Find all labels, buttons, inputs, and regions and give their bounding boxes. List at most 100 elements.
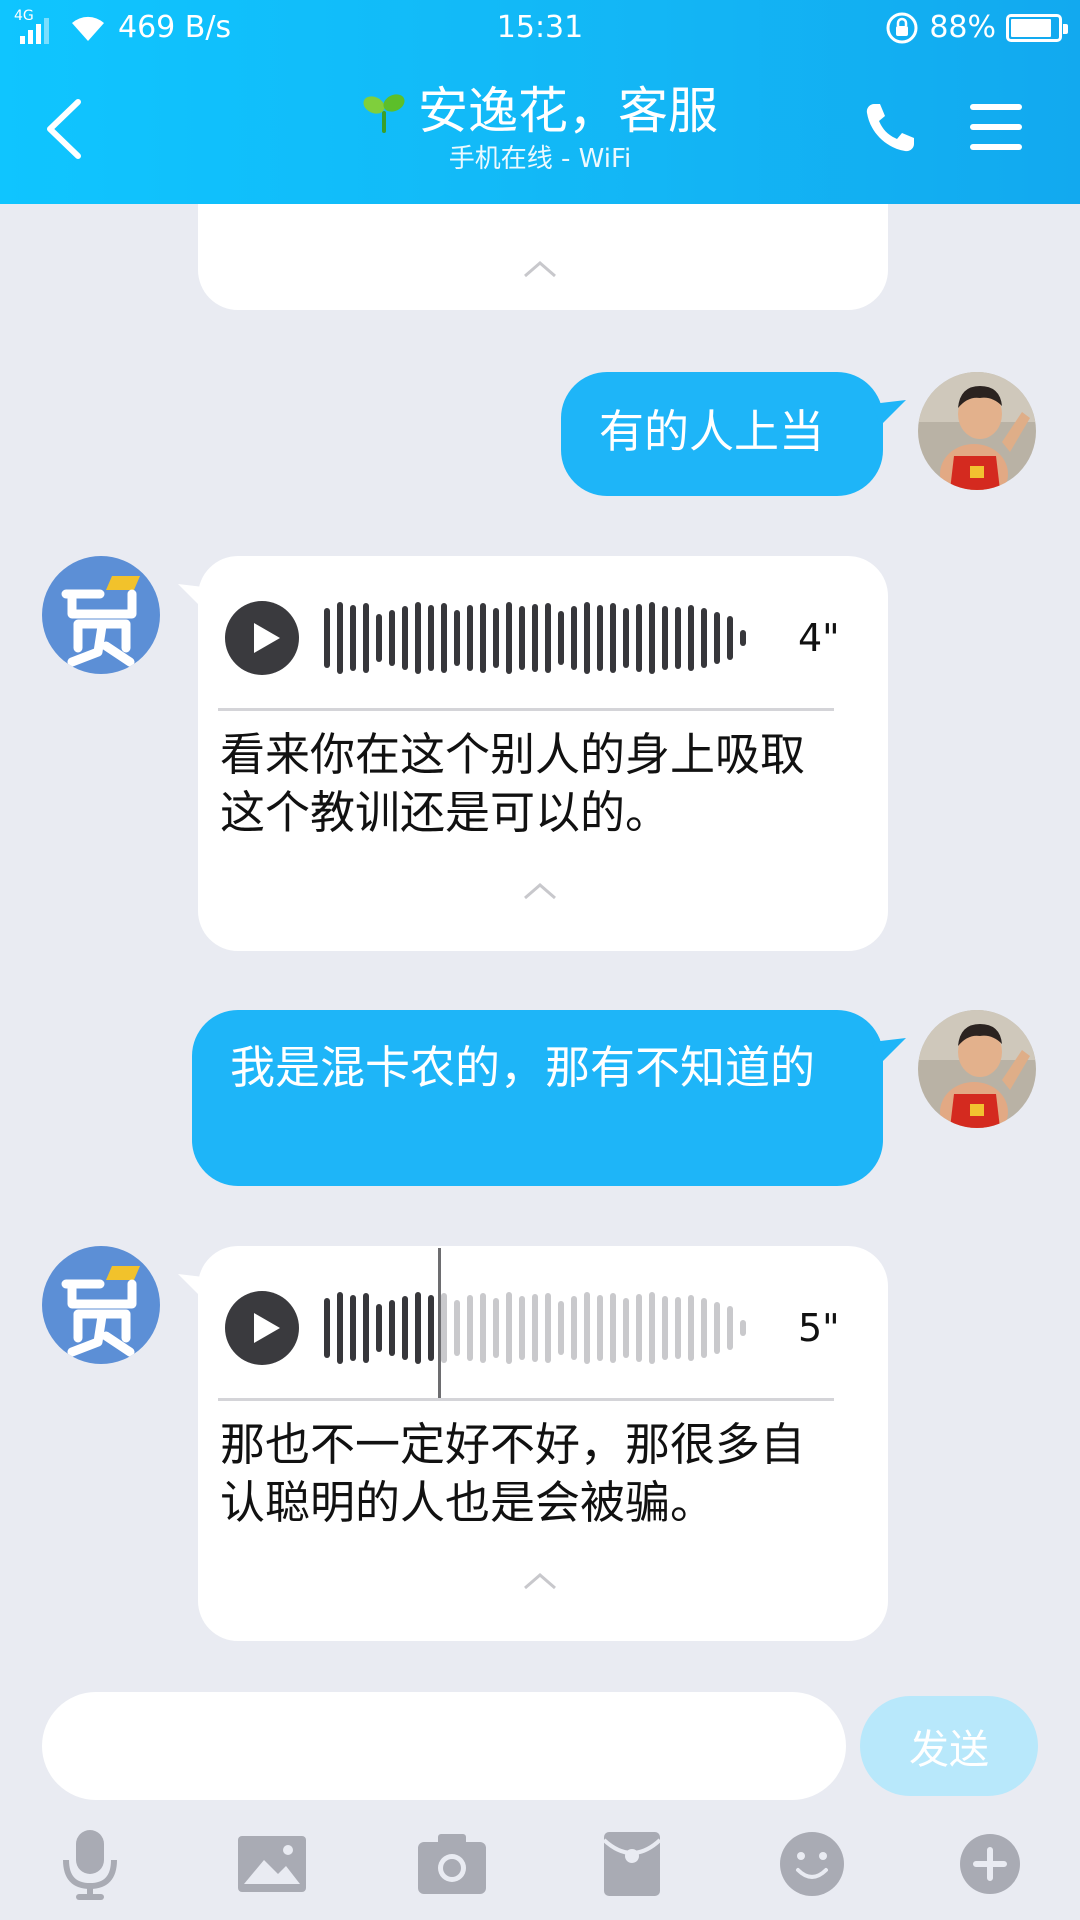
waveform-bar bbox=[623, 1298, 629, 1358]
waveform-bar bbox=[597, 1295, 603, 1361]
waveform-bar bbox=[532, 604, 538, 672]
waveform-bar bbox=[402, 1296, 408, 1360]
bubble-tail bbox=[872, 400, 906, 426]
waveform-bar bbox=[350, 605, 356, 671]
waveform-bar bbox=[688, 1295, 694, 1361]
waveform-bar bbox=[493, 1298, 499, 1358]
play-voice-button[interactable] bbox=[225, 1291, 299, 1365]
red-packet-icon[interactable] bbox=[594, 1826, 670, 1902]
send-button[interactable]: 发送 bbox=[860, 1696, 1038, 1796]
waveform-bar bbox=[701, 608, 707, 668]
chevron-up-icon[interactable] bbox=[522, 1572, 558, 1590]
menu-icon[interactable] bbox=[970, 104, 1022, 150]
emoji-icon[interactable] bbox=[774, 1826, 850, 1902]
rotation-lock-icon bbox=[886, 12, 918, 43]
waveform-bar bbox=[389, 1300, 395, 1356]
waveform-bar bbox=[454, 610, 460, 666]
waveform-bar bbox=[545, 1293, 551, 1363]
waveform-bar bbox=[493, 608, 499, 668]
camera-icon[interactable] bbox=[414, 1826, 490, 1902]
user-avatar[interactable] bbox=[918, 372, 1036, 490]
waveform-bar bbox=[376, 1304, 382, 1352]
waveform-bar bbox=[363, 1293, 369, 1363]
waveform-bar bbox=[649, 1292, 655, 1364]
status-bar: 4G 469 B/s 15:31 88% bbox=[0, 0, 1080, 56]
waveform-bar bbox=[454, 1300, 460, 1356]
waveform-bar bbox=[337, 602, 343, 674]
battery-level bbox=[1011, 18, 1052, 37]
voice-duration: 4" bbox=[798, 616, 840, 660]
chat-title-text: 安逸花，客服 bbox=[418, 82, 718, 140]
message-bubble-me[interactable]: 我是混卡农的，那有不知道的 bbox=[192, 1010, 883, 1186]
waveform-bar bbox=[415, 1292, 421, 1364]
waveform-bar bbox=[519, 1296, 525, 1360]
message-text: 有的人上当 bbox=[599, 405, 825, 458]
voice-transcript: 看来你在这个别人的身上吸取这个教训还是可以的。 bbox=[220, 728, 806, 839]
waveform-bar bbox=[441, 603, 447, 673]
message-list[interactable]: 是个这啊。 有的人上当 4" bbox=[0, 204, 1080, 1664]
voice-playhead[interactable] bbox=[438, 1248, 441, 1400]
waveform-bar bbox=[441, 1293, 447, 1363]
waveform-bar bbox=[506, 602, 512, 674]
waveform-bar bbox=[649, 602, 655, 674]
waveform-bar bbox=[714, 612, 720, 664]
chat-header: 4G 469 B/s 15:31 88% 安逸花，客服 手机在线 - WiFi bbox=[0, 0, 1080, 204]
voice-waveform[interactable] bbox=[324, 1288, 746, 1368]
play-voice-button[interactable] bbox=[225, 601, 299, 675]
waveform-bar bbox=[480, 603, 486, 673]
waveform-bar bbox=[714, 1302, 720, 1354]
message-bubble-bot[interactable]: 是个这啊。 bbox=[198, 204, 888, 310]
waveform-bar bbox=[467, 1295, 473, 1361]
waveform-bar bbox=[675, 607, 681, 669]
image-icon[interactable] bbox=[234, 1826, 310, 1902]
waveform-bar bbox=[558, 1301, 564, 1355]
waveform-bar bbox=[363, 603, 369, 673]
microphone-icon[interactable] bbox=[52, 1826, 128, 1902]
waveform-bar bbox=[532, 1294, 538, 1362]
battery-percent: 88% bbox=[929, 10, 996, 45]
waveform-bar bbox=[584, 1292, 590, 1364]
waveform-bar bbox=[636, 1294, 642, 1362]
waveform-bar bbox=[597, 605, 603, 671]
waveform-bar bbox=[558, 611, 564, 665]
voice-message-bubble[interactable]: 4" 看来你在这个别人的身上吸取这个教训还是可以的。 bbox=[198, 556, 888, 951]
voice-waveform[interactable] bbox=[324, 598, 746, 678]
waveform-bar bbox=[519, 606, 525, 670]
message-bubble-me[interactable]: 有的人上当 bbox=[561, 372, 883, 496]
waveform-bar bbox=[389, 610, 395, 666]
waveform-bar bbox=[662, 606, 668, 670]
voice-duration: 5" bbox=[798, 1306, 840, 1350]
waveform-bar bbox=[740, 1320, 746, 1336]
waveform-bar bbox=[376, 614, 382, 662]
waveform-bar bbox=[740, 630, 746, 646]
online-status: 手机在线 - WiFi bbox=[448, 144, 632, 174]
waveform-bar bbox=[350, 1295, 356, 1361]
divider bbox=[218, 1398, 834, 1401]
waveform-bar bbox=[402, 606, 408, 670]
waveform-bar bbox=[636, 604, 642, 672]
waveform-bar bbox=[623, 608, 629, 668]
plus-icon[interactable] bbox=[952, 1826, 1028, 1902]
waveform-bar bbox=[506, 1292, 512, 1364]
bot-avatar[interactable] bbox=[42, 556, 160, 674]
waveform-bar bbox=[467, 605, 473, 671]
chevron-up-icon[interactable] bbox=[522, 260, 558, 278]
waveform-bar bbox=[688, 605, 694, 671]
bubble-tail bbox=[872, 1038, 906, 1064]
waveform-bar bbox=[324, 1298, 330, 1358]
voice-message-bubble[interactable]: 5" 那也不一定好不好，那很多自认聪明的人也是会被骗。 bbox=[198, 1246, 888, 1641]
message-input[interactable] bbox=[42, 1692, 846, 1800]
waveform-bar bbox=[415, 602, 421, 674]
chevron-up-icon[interactable] bbox=[522, 882, 558, 900]
waveform-bar bbox=[337, 1292, 343, 1364]
divider bbox=[218, 708, 834, 711]
phone-icon[interactable] bbox=[862, 100, 918, 156]
user-avatar[interactable] bbox=[918, 1010, 1036, 1128]
waveform-bar bbox=[701, 1298, 707, 1358]
bot-avatar[interactable] bbox=[42, 1246, 160, 1364]
waveform-bar bbox=[545, 603, 551, 673]
waveform-bar bbox=[428, 1295, 434, 1361]
waveform-bar bbox=[662, 1296, 668, 1360]
waveform-bar bbox=[428, 605, 434, 671]
waveform-bar bbox=[610, 1293, 616, 1363]
